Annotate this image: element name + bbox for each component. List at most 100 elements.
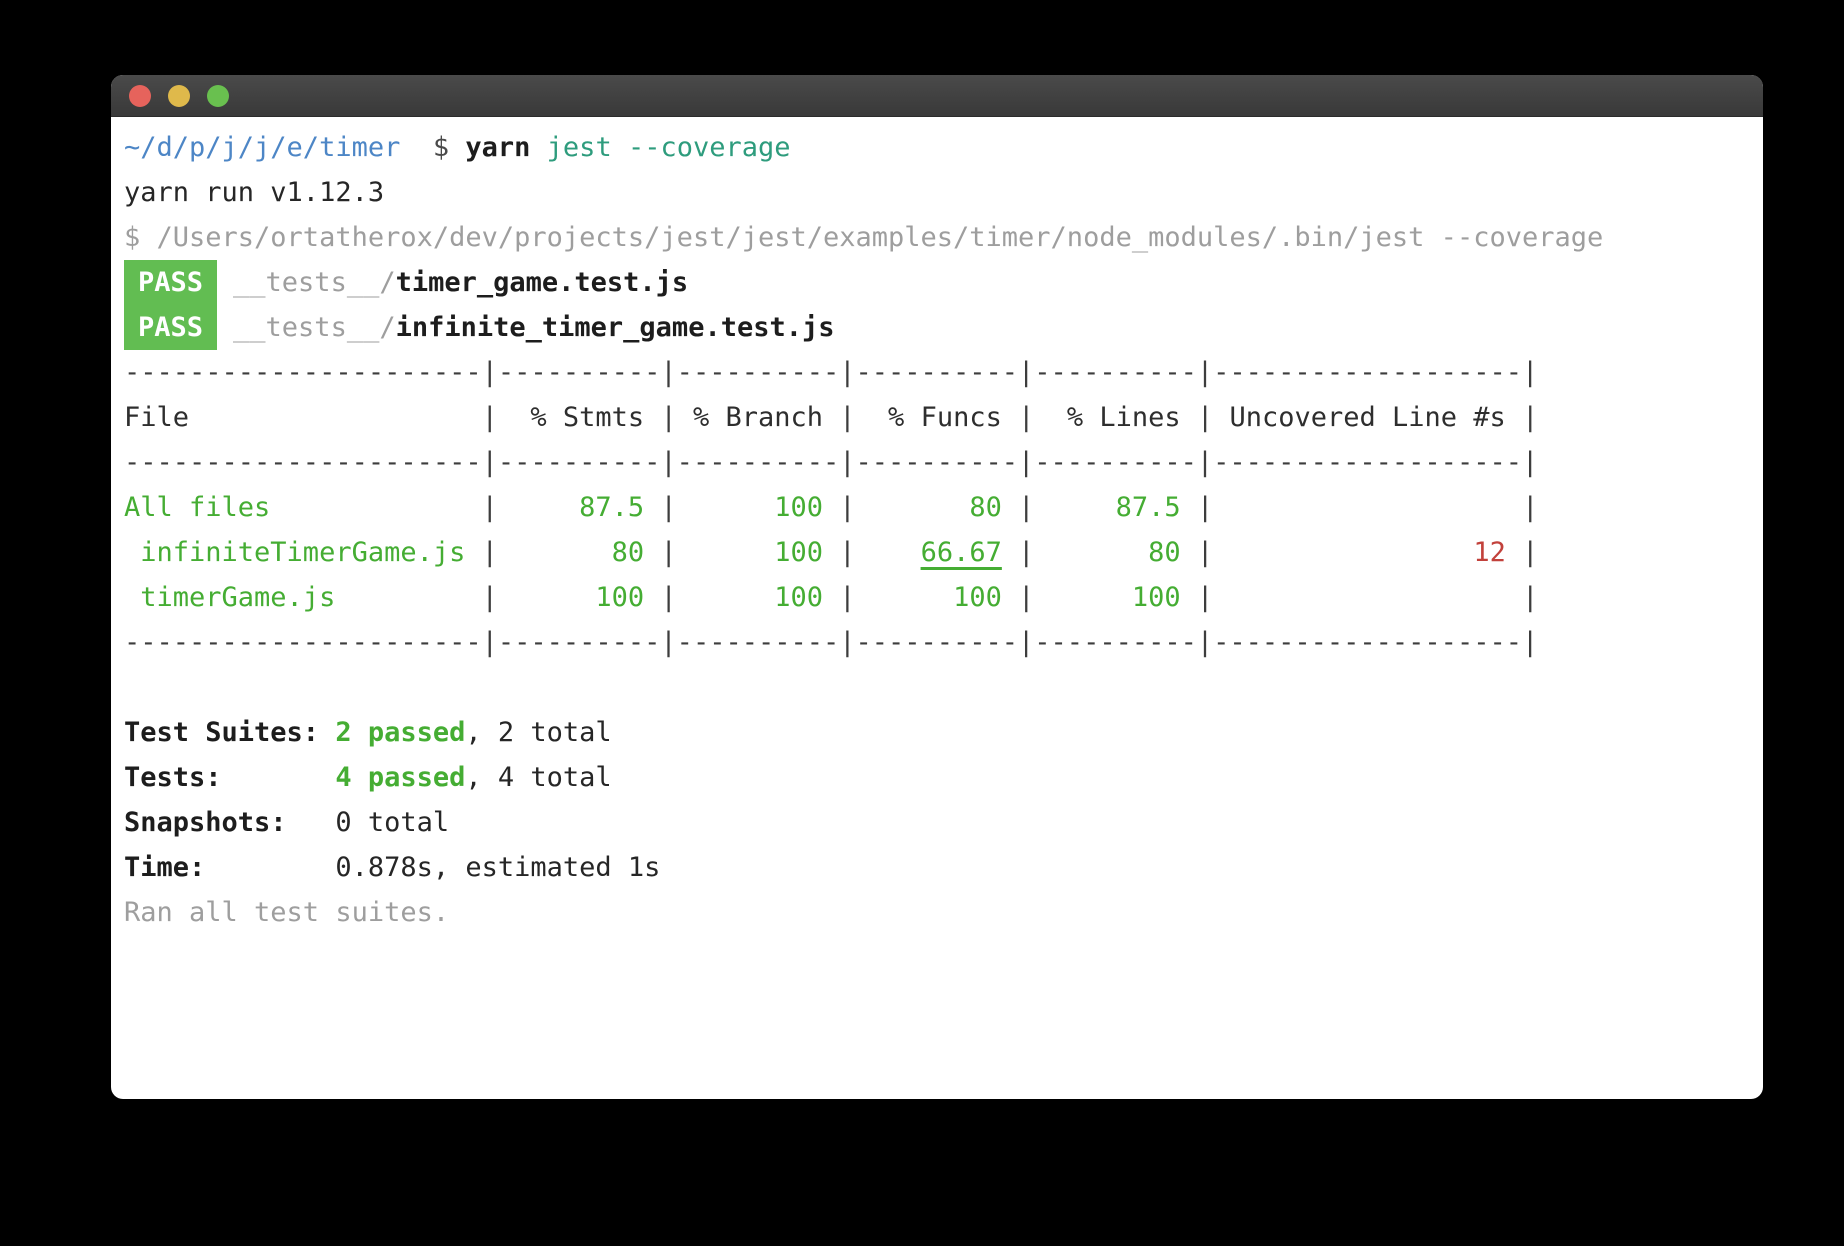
summary-test-suites: Test Suites: 2 passed, 2 total xyxy=(124,710,1763,755)
text-segment xyxy=(400,132,433,163)
text-segment: __tests__/ xyxy=(233,267,396,298)
text-segment: 100 xyxy=(1034,582,1197,613)
text-segment: 0 total xyxy=(335,807,449,838)
text-segment: Snapshots: xyxy=(124,807,335,838)
terminal-output: ~/d/p/j/j/e/timer $ yarn jest --coverage… xyxy=(111,117,1763,935)
text-segment: % Funcs xyxy=(856,402,1019,433)
coverage-row: All files | 87.5 | 100 | 80 | 87.5 | | xyxy=(124,485,1763,530)
table-header-row: File | % Stmts | % Branch | % Funcs | % … xyxy=(124,395,1763,440)
text-segment: 87.5 xyxy=(498,492,661,523)
text-segment xyxy=(1213,537,1473,568)
text-segment xyxy=(856,537,921,568)
text-segment: | xyxy=(1522,537,1538,568)
text-segment: 80 xyxy=(856,492,1019,523)
text-segment: Time: xyxy=(124,852,335,883)
text-segment: 80 xyxy=(498,537,661,568)
text-segment: 100 xyxy=(677,492,840,523)
text-segment xyxy=(530,132,546,163)
prompt-line: ~/d/p/j/j/e/timer $ yarn jest --coverage xyxy=(124,125,1763,170)
text-segment xyxy=(1506,537,1522,568)
pass-badge: PASS xyxy=(124,260,217,305)
text-segment xyxy=(1002,537,1018,568)
coverage-row: infiniteTimerGame.js | 80 | 100 | 66.67 … xyxy=(124,530,1763,575)
summary-time: Time: 0.878s, estimated 1s xyxy=(124,845,1763,890)
text-segment: Tests: xyxy=(124,762,335,793)
text-segment: % Branch xyxy=(677,402,840,433)
text-segment: 4 passed xyxy=(335,762,465,793)
ran-all-suites-line: Ran all test suites. xyxy=(124,890,1763,935)
text-segment: ----------------------|----------|------… xyxy=(124,447,1538,478)
text-segment: | xyxy=(1197,582,1213,613)
text-segment: yarn xyxy=(465,132,530,163)
text-segment: ~/d/p/j/j/e/timer xyxy=(124,132,400,163)
text-segment: infinite_timer_game.test.js xyxy=(396,312,835,343)
command-path-line: $ /Users/ortatherox/dev/projects/jest/je… xyxy=(124,215,1763,260)
text-segment: File xyxy=(124,402,482,433)
text-segment: 100 xyxy=(856,582,1019,613)
text-segment: | xyxy=(1018,402,1034,433)
text-segment: 80 xyxy=(1034,537,1197,568)
text-segment xyxy=(1213,582,1522,613)
summary-snapshots: Snapshots: 0 total xyxy=(124,800,1763,845)
minimize-button[interactable] xyxy=(168,85,190,107)
pass-badge: PASS xyxy=(124,305,217,350)
text-segment: , 4 total xyxy=(465,762,611,793)
pass-line-timer-game: PASS __tests__/timer_game.test.js xyxy=(124,260,1763,305)
text-segment: | xyxy=(1197,402,1213,433)
text-segment: Uncovered Line #s xyxy=(1213,402,1522,433)
text-segment: 100 xyxy=(677,537,840,568)
text-segment: 87.5 xyxy=(1034,492,1197,523)
text-segment: | xyxy=(1197,492,1213,523)
text-segment: % Lines xyxy=(1034,402,1197,433)
text-segment xyxy=(124,672,140,703)
text-segment: yarn run v1.12.3 xyxy=(124,177,384,208)
text-segment: | xyxy=(660,582,676,613)
blank-line xyxy=(124,665,1763,710)
text-segment: | xyxy=(839,402,855,433)
text-segment: | xyxy=(839,537,855,568)
text-segment: | xyxy=(482,582,498,613)
text-segment: jest --coverage xyxy=(547,132,791,163)
text-segment: % Stmts xyxy=(498,402,661,433)
close-button[interactable] xyxy=(129,85,151,107)
text-segment: $ xyxy=(433,132,466,163)
terminal-window: ~/d/p/j/j/e/timer $ yarn jest --coverage… xyxy=(111,75,1763,1099)
pass-line-infinite-timer-game: PASS __tests__/infinite_timer_game.test.j… xyxy=(124,305,1763,350)
text-segment: Ran all test suites. xyxy=(124,897,449,928)
text-segment: __tests__/ xyxy=(233,312,396,343)
text-segment: 100 xyxy=(677,582,840,613)
text-segment: | xyxy=(1197,537,1213,568)
summary-tests: Tests: 4 passed, 4 total xyxy=(124,755,1763,800)
text-segment: , 2 total xyxy=(465,717,611,748)
yarn-version-line: yarn run v1.12.3 xyxy=(124,170,1763,215)
text-segment: All files xyxy=(124,492,482,523)
coverage-row: timerGame.js | 100 | 100 | 100 | 100 | | xyxy=(124,575,1763,620)
text-segment: 66.67 xyxy=(921,537,1002,568)
text-segment: | xyxy=(839,492,855,523)
text-segment: | xyxy=(482,402,498,433)
table-separator: ----------------------|----------|------… xyxy=(124,440,1763,485)
text-segment: $ /Users/ortatherox/dev/projects/jest/je… xyxy=(124,222,1603,253)
text-segment: | xyxy=(482,537,498,568)
text-segment: | xyxy=(839,582,855,613)
text-segment: 0.878s, estimated 1s xyxy=(335,852,660,883)
text-segment: ----------------------|----------|------… xyxy=(124,357,1538,388)
text-segment: | xyxy=(660,402,676,433)
text-segment: | xyxy=(1018,582,1034,613)
text-segment: Test Suites: xyxy=(124,717,335,748)
text-segment: | xyxy=(1018,537,1034,568)
text-segment: | xyxy=(1522,402,1538,433)
title-bar[interactable] xyxy=(111,75,1763,117)
text-segment: ----------------------|----------|------… xyxy=(124,627,1538,658)
text-segment: infiniteTimerGame.js xyxy=(124,537,482,568)
table-separator: ----------------------|----------|------… xyxy=(124,620,1763,665)
text-segment: 100 xyxy=(498,582,661,613)
zoom-button[interactable] xyxy=(207,85,229,107)
text-segment: 2 passed xyxy=(335,717,465,748)
text-segment xyxy=(1213,492,1522,523)
text-segment: timerGame.js xyxy=(124,582,482,613)
text-segment: timer_game.test.js xyxy=(396,267,689,298)
text-segment: | xyxy=(1522,582,1538,613)
text-segment: | xyxy=(660,492,676,523)
text-segment: | xyxy=(482,492,498,523)
